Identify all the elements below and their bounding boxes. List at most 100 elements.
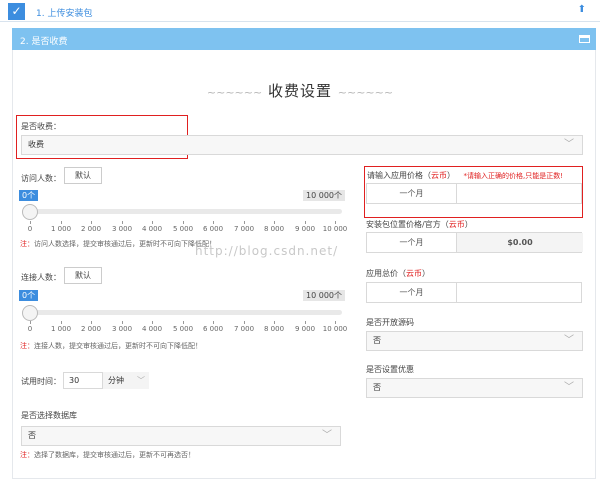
step-1-label: 1. 上传安装包: [36, 9, 93, 19]
install-price-group: 一个月 $0.00: [366, 232, 583, 253]
slider-tick-mark: [91, 221, 92, 224]
slider-tick-label: 10 000: [322, 225, 348, 233]
slider-tick-label: 8 000: [263, 325, 285, 333]
total-price-group: 一个月: [366, 282, 582, 303]
database-note: 注：选择了数据库，提交审核通过后，更新不可再选否！: [20, 450, 195, 460]
check-icon: ✓: [8, 3, 25, 20]
slider-tick-mark: [152, 321, 153, 324]
slider-tick-mark: [335, 221, 336, 224]
slider-tick-label: 10 000: [322, 325, 348, 333]
slider-tick-mark: [91, 321, 92, 324]
visits-min-tag: 0个: [19, 190, 39, 201]
slider-tick-label: 7 000: [233, 225, 255, 233]
slider-tick-label: 8 000: [263, 225, 285, 233]
trial-unit-select[interactable]: 分钟 ﹀: [102, 372, 149, 389]
discount-select[interactable]: 否 ﹀: [366, 378, 583, 398]
visits-note-text: 访问人数选择，提交审核通过后，更新时不可向下降低配！: [34, 240, 216, 248]
chevron-down-icon: ﹀: [564, 335, 574, 346]
price-period: 一个月: [367, 184, 457, 203]
step-2-header[interactable]: 2. 是否收费: [12, 28, 596, 50]
trial-input-group: 30 分钟 ﹀: [63, 372, 149, 389]
title-decor-left: ~~~~~~: [206, 86, 263, 99]
slider-tick-label: 4 000: [141, 225, 163, 233]
slider-tick-label: 2 000: [80, 225, 102, 233]
connections-slider-track[interactable]: [22, 310, 342, 315]
connections-max-tag: 10 000个: [303, 290, 345, 301]
slider-tick-label: 5 000: [172, 325, 194, 333]
slider-tick-mark: [305, 321, 306, 324]
trial-value-input[interactable]: 30: [69, 376, 79, 385]
slider-tick-mark: [122, 221, 123, 224]
connections-slider-ticks: 0 1 000 2 000 3 000 4 000 5 000 6 000 7 000 8 00…: [28, 321, 347, 341]
slider-tick-label: 2 000: [80, 325, 102, 333]
slider-tick-mark: [213, 321, 214, 324]
install-price-label: 安装包位置价格/官方（云币）: [366, 219, 473, 230]
slider-tick-label: 4 000: [141, 325, 163, 333]
connections-note: 注：连接人数，提交审核通过后，更新时不可向下降低配！: [20, 341, 202, 351]
step-2-label: 2. 是否收费: [20, 37, 68, 47]
total-price-label-end: ）: [422, 269, 430, 278]
visits-slider-ticks: 0 1 000 2 000 3 000 4 000 5 000 6 000 7 000 8 00…: [27, 221, 347, 241]
chevron-down-icon: ﹀: [564, 382, 574, 393]
install-price-label-end: ）: [464, 220, 473, 229]
visits-slider-handle[interactable]: [22, 204, 38, 220]
connections-min-tag: 0个: [19, 290, 39, 301]
visits-max-tag: 10 000个: [303, 190, 345, 201]
slider-tick-mark: [122, 321, 123, 324]
slider-tick-mark: [30, 321, 31, 324]
price-input[interactable]: [457, 184, 583, 203]
database-select[interactable]: 否 ﹀: [21, 426, 341, 446]
slider-tick-mark: [213, 221, 214, 224]
discount-value: 否: [373, 383, 381, 392]
slider-tick-label: 5 000: [172, 225, 194, 233]
title-decor-right: ~~~~~~: [337, 86, 394, 99]
total-price-coin: 云币: [406, 269, 422, 278]
visits-slider-track[interactable]: [22, 209, 342, 214]
slider-tick-label: 3 000: [111, 325, 133, 333]
connections-slider-handle[interactable]: [22, 305, 38, 321]
install-price-coin: 云币: [448, 220, 465, 229]
open-source-select[interactable]: 否 ﹀: [366, 331, 583, 351]
slider-tick-mark: [335, 321, 336, 324]
card-icon[interactable]: [579, 35, 590, 43]
arrow-up-icon[interactable]: ⬆: [578, 4, 586, 15]
slider-tick-mark: [183, 321, 184, 324]
visits-label: 访问人数：: [21, 174, 61, 183]
slider-tick-label: 1 000: [50, 225, 72, 233]
slider-tick-mark: [152, 221, 153, 224]
title-text: 收费设置: [267, 82, 332, 100]
step-1-header[interactable]: ✓ 1. 上传安装包 ⬆: [0, 0, 600, 22]
price-input-group: 一个月: [366, 183, 582, 204]
section-title: ~~~~~~ 收费设置 ~~~~~~: [180, 80, 420, 101]
slider-tick-label: 0: [27, 225, 33, 233]
discount-label: 是否设置优惠: [366, 365, 414, 374]
connections-note-text: 连接人数，提交审核通过后，更新时不可向下降低配！: [34, 342, 202, 350]
database-value: 否: [28, 431, 36, 440]
open-source-label: 是否开放源码: [366, 318, 414, 327]
visits-default-button[interactable]: 默认: [64, 167, 102, 184]
slider-tick-mark: [305, 221, 306, 224]
slider-tick-label: 6 000: [202, 325, 224, 333]
slider-tick-label: 7 000: [233, 325, 255, 333]
total-price-input[interactable]: [457, 283, 583, 302]
trial-unit-value: 分钟: [108, 376, 124, 385]
slider-tick-mark: [30, 221, 31, 224]
chevron-down-icon: ﹀: [137, 376, 145, 385]
visits-note-star: 注：: [20, 240, 34, 248]
connections-default-button[interactable]: 默认: [64, 267, 102, 284]
watermark-text: http://blog.csdn.net/: [195, 244, 339, 258]
install-price-label-text: 安装包位置价格/官方（: [366, 220, 449, 229]
connections-label: 连接人数：: [21, 273, 61, 282]
slider-tick-label: 1 000: [50, 325, 72, 333]
slider-tick-mark: [274, 321, 275, 324]
price-error: *请输入正确的价格,只能是正数!: [463, 172, 564, 180]
price-label-end: ）: [447, 171, 455, 180]
trial-label: 试用时间：: [21, 377, 61, 386]
slider-tick-mark: [61, 221, 62, 224]
chevron-down-icon: ﹀: [322, 430, 332, 441]
install-price-value: $0.00: [457, 233, 583, 252]
slider-tick-mark: [244, 221, 245, 224]
database-note-star: 注：: [20, 451, 34, 459]
charge-select[interactable]: 收费 ﹀: [21, 135, 583, 155]
price-label: 请输入应用价格（云币） *请输入正确的价格,只能是正数!: [367, 170, 563, 181]
